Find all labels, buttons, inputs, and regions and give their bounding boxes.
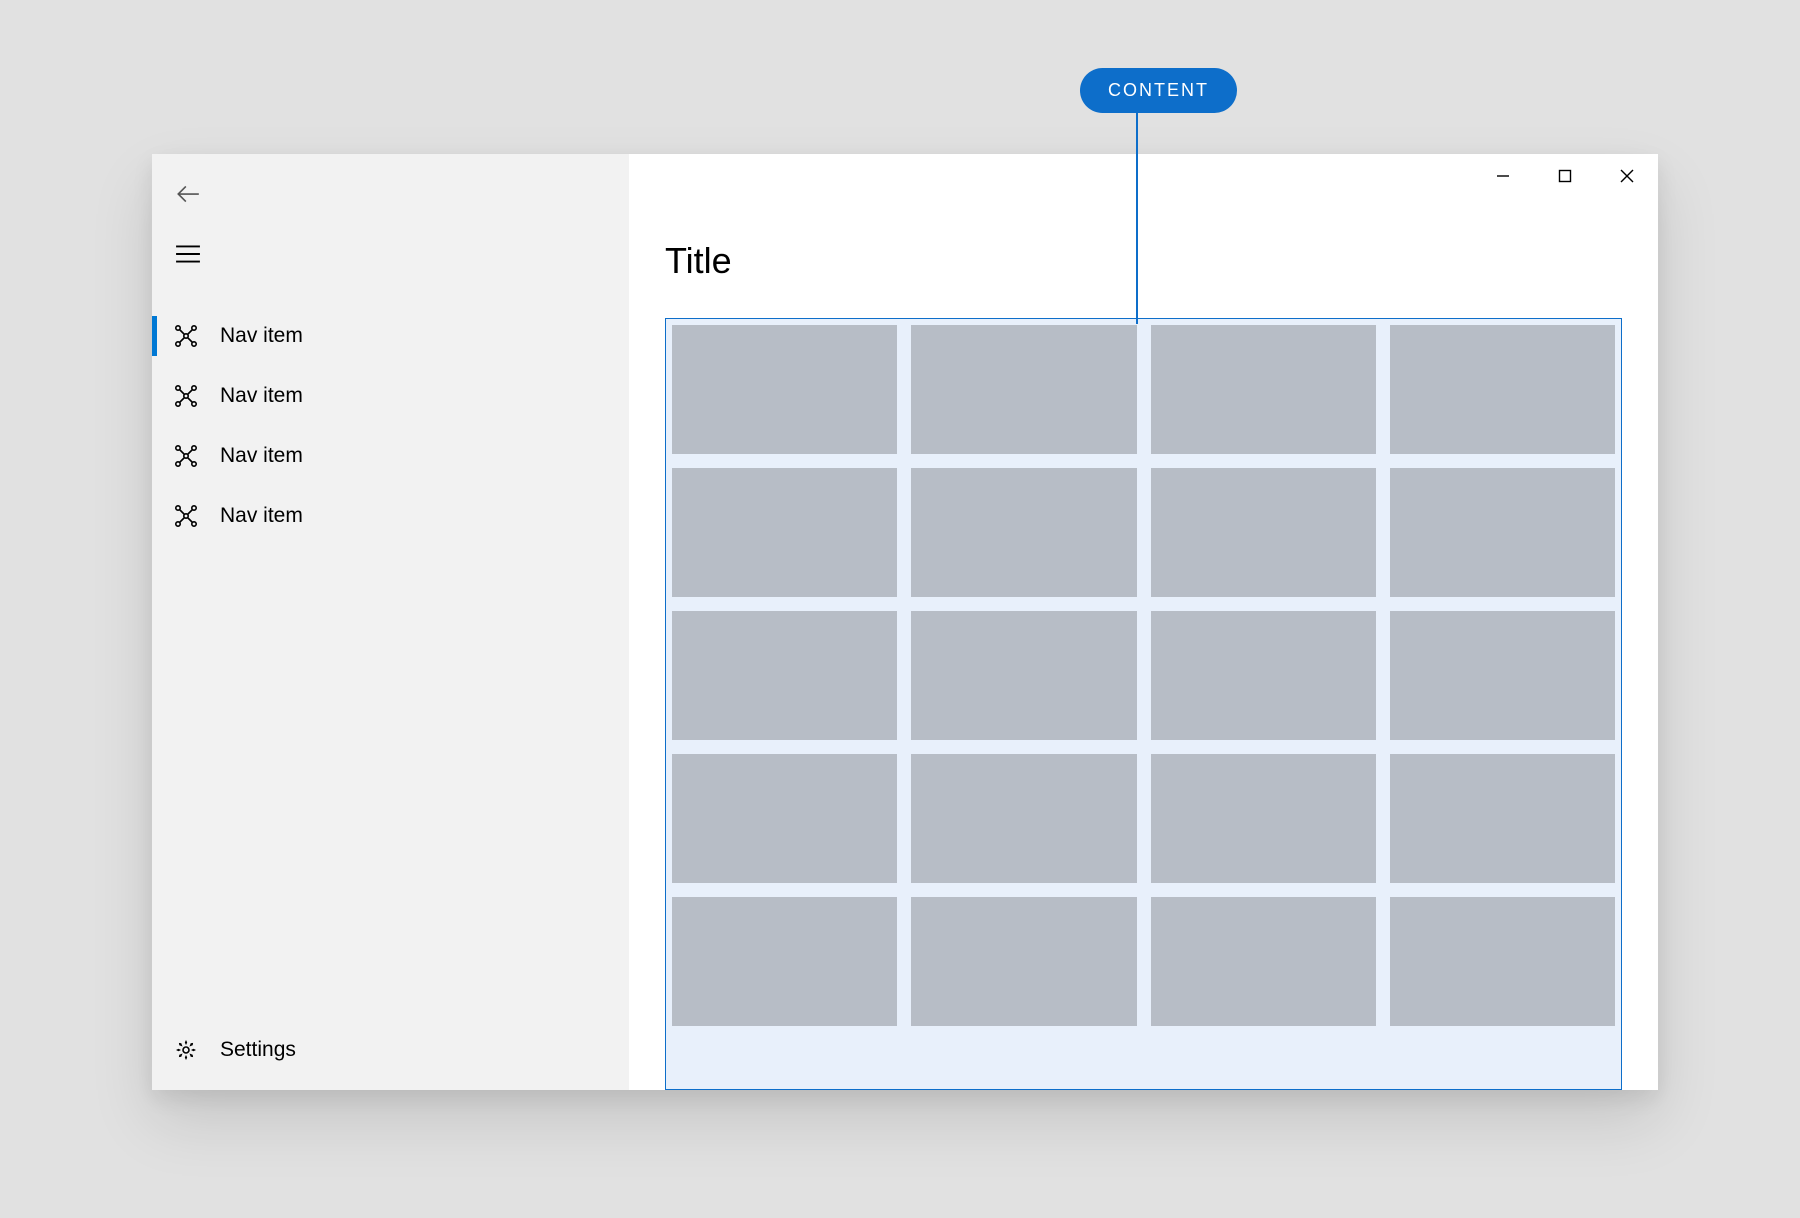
nav-item-label: Nav item <box>220 384 303 408</box>
grid-tile[interactable] <box>1390 897 1615 1026</box>
hamburger-menu-button[interactable] <box>158 224 218 284</box>
grid-tile[interactable] <box>672 897 897 1026</box>
navigation-sidebar: Nav item Nav item <box>152 154 629 1090</box>
nav-item-1[interactable]: Nav item <box>152 366 629 426</box>
grid-tile[interactable] <box>672 754 897 883</box>
grid-tile[interactable] <box>1151 611 1376 740</box>
nav-item-label: Nav item <box>220 444 303 468</box>
nav-item-icon <box>174 384 198 408</box>
maximize-button[interactable] <box>1534 154 1596 198</box>
grid-tile[interactable] <box>672 468 897 597</box>
nav-item-0[interactable]: Nav item <box>152 306 629 366</box>
nav-item-icon <box>174 324 198 348</box>
nav-item-label: Nav item <box>220 324 303 348</box>
close-button[interactable] <box>1596 154 1658 198</box>
grid-tile[interactable] <box>911 754 1136 883</box>
grid-tile[interactable] <box>1390 611 1615 740</box>
window-controls <box>1472 154 1658 198</box>
grid-tile[interactable] <box>1151 325 1376 454</box>
nav-item-3[interactable]: Nav item <box>152 486 629 546</box>
grid-tile[interactable] <box>911 325 1136 454</box>
back-button[interactable] <box>158 164 218 224</box>
grid-tile[interactable] <box>1390 754 1615 883</box>
nav-item-2[interactable]: Nav item <box>152 426 629 486</box>
hamburger-icon <box>175 244 201 264</box>
settings-label: Settings <box>220 1038 296 1062</box>
gear-icon <box>174 1038 198 1062</box>
content-grid <box>672 325 1615 1026</box>
annotation-line <box>1136 104 1138 324</box>
sidebar-bottom: Settings <box>152 1020 629 1090</box>
minimize-icon <box>1496 169 1510 183</box>
grid-tile[interactable] <box>672 325 897 454</box>
content-pane: Title <box>629 154 1658 1090</box>
grid-tile[interactable] <box>1151 754 1376 883</box>
page-title: Title <box>665 240 1658 282</box>
grid-tile[interactable] <box>911 468 1136 597</box>
grid-tile[interactable] <box>672 611 897 740</box>
content-region <box>665 318 1622 1090</box>
minimize-button[interactable] <box>1472 154 1534 198</box>
grid-tile[interactable] <box>1390 468 1615 597</box>
settings-button[interactable]: Settings <box>152 1020 629 1080</box>
nav-item-icon <box>174 504 198 528</box>
maximize-icon <box>1558 169 1572 183</box>
grid-tile[interactable] <box>911 897 1136 1026</box>
annotation-label: CONTENT <box>1108 80 1209 100</box>
grid-tile[interactable] <box>1390 325 1615 454</box>
grid-tile[interactable] <box>911 611 1136 740</box>
nav-list: Nav item Nav item <box>152 306 629 546</box>
grid-tile[interactable] <box>1151 897 1376 1026</box>
app-window: Nav item Nav item <box>152 154 1658 1090</box>
back-arrow-icon <box>175 181 201 207</box>
close-icon <box>1620 169 1634 183</box>
grid-tile[interactable] <box>1151 468 1376 597</box>
sidebar-top <box>152 154 629 284</box>
annotation-pill: CONTENT <box>1080 68 1237 113</box>
nav-item-icon <box>174 444 198 468</box>
nav-item-label: Nav item <box>220 504 303 528</box>
